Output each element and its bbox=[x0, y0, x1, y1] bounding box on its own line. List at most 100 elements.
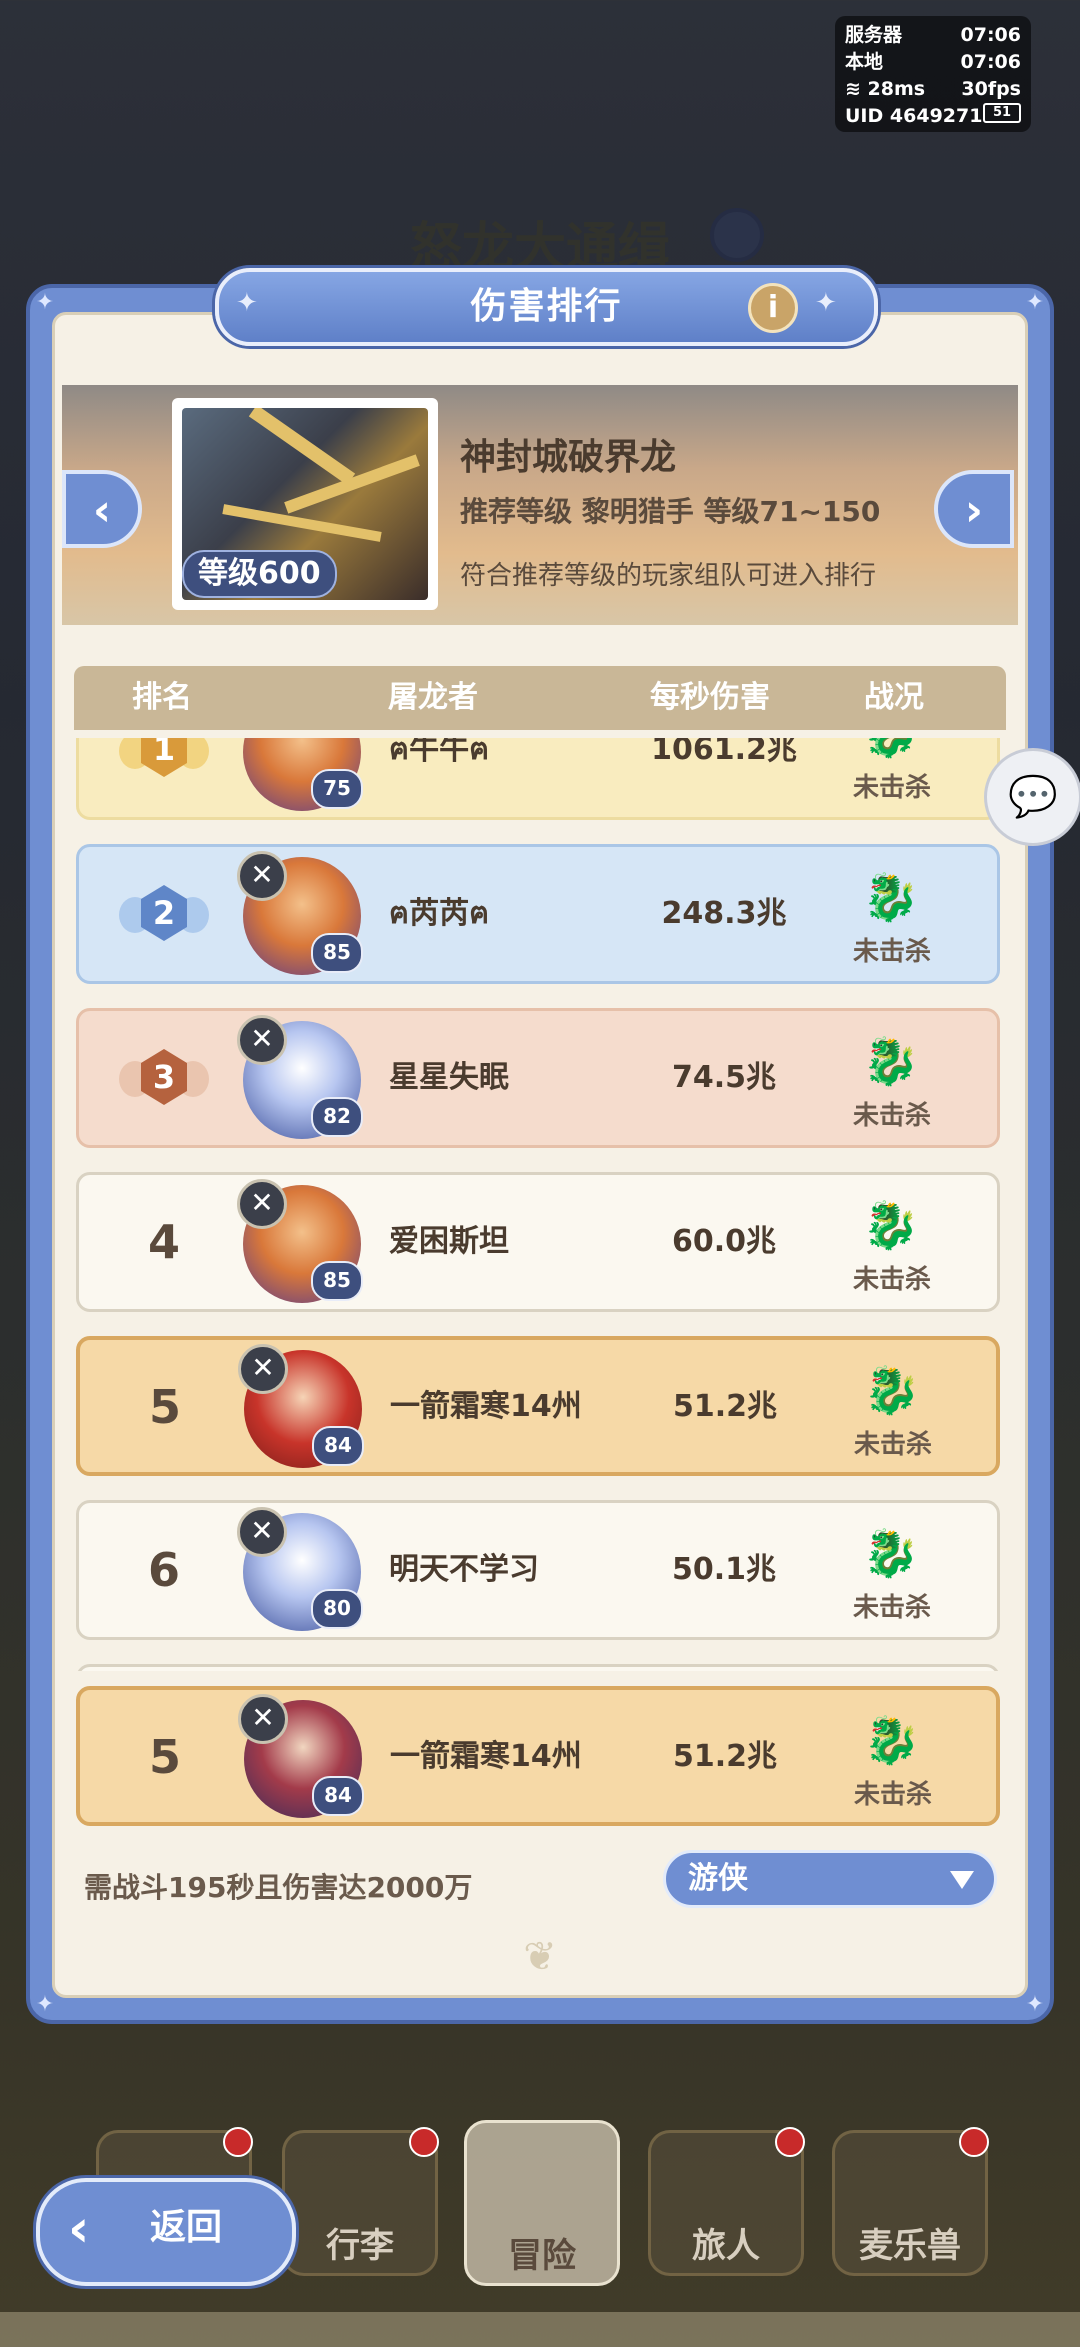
table-header: 排名 屠龙者 每秒伤害 战况 bbox=[74, 666, 1006, 730]
player-level: 80 bbox=[311, 1589, 363, 1629]
local-time: 07:06 bbox=[960, 51, 1021, 73]
table-row[interactable]: 5 ✕ 84 一箭霜寒14州 51.2兆 🐉 未击杀 bbox=[76, 1336, 1000, 1476]
table-row[interactable]: 2 ✕ 85 ฅ芮芮ฅ 248.3兆 🐉 未击杀 bbox=[76, 844, 1000, 984]
corner-ornament-icon: ✦ bbox=[35, 1992, 55, 2017]
rank-number: 6 bbox=[147, 1543, 180, 1597]
player-dps: 60.0兆 bbox=[671, 1224, 777, 1259]
dragon-icon: 🐉 bbox=[862, 870, 920, 924]
local-label: 本地 bbox=[845, 51, 884, 73]
self-rank-row[interactable]: 5 ✕ 84 一箭霜寒14州 51.2兆 🐉 未击杀 bbox=[76, 1686, 1000, 1826]
next-boss-button[interactable]: › bbox=[934, 470, 1014, 548]
back-button[interactable]: ‹ 返回 bbox=[36, 2178, 296, 2286]
tab-label: 旅人 bbox=[692, 2226, 760, 2266]
corner-ornament-icon: ✦ bbox=[35, 290, 55, 315]
bottom-strip bbox=[0, 2312, 1080, 2347]
player-level: 75 bbox=[311, 769, 363, 809]
tab-label: 行李 bbox=[326, 2226, 394, 2266]
rank-number: 4 bbox=[147, 1215, 180, 1269]
rank-2-medal-icon: 2 bbox=[119, 881, 209, 951]
chat-icon[interactable]: 💬 bbox=[984, 748, 1080, 846]
ping: 28ms bbox=[867, 78, 926, 100]
kill-status: 未击杀 bbox=[852, 937, 931, 967]
kill-status: 未击杀 bbox=[852, 1101, 931, 1131]
tab-pets[interactable]: 麦乐兽 bbox=[832, 2127, 989, 2276]
notification-dot bbox=[409, 2127, 439, 2157]
header-dps: 每秒伤害 bbox=[650, 680, 770, 715]
back-label: 返回 bbox=[150, 2207, 223, 2248]
notification-dot bbox=[223, 2127, 253, 2157]
player-name: 爱困斯坦 bbox=[389, 1224, 509, 1259]
dragon-icon: 🐉 bbox=[863, 1363, 921, 1417]
corner-ornament-icon: ✦ bbox=[1025, 1992, 1045, 2017]
kill-status: 未击杀 bbox=[852, 1265, 931, 1295]
player-name: 星星失眠 bbox=[389, 1060, 509, 1095]
dragon-icon: 🐉 bbox=[862, 1034, 920, 1088]
player-level: 85 bbox=[311, 933, 363, 973]
boss-note: 符合推荐等级的玩家组队可进入排行 bbox=[460, 561, 877, 591]
ranking-list[interactable]: 1 75 ฅ牛牛ฅ 1061.2兆 🐉 未击杀 2 ✕ 85 ฅ芮芮ฅ 248.… bbox=[74, 738, 1006, 1671]
kill-status: 未击杀 bbox=[853, 1430, 932, 1460]
player-name: 明天不学习 bbox=[389, 1552, 539, 1587]
rank-1-medal-icon: 1 bbox=[119, 738, 209, 787]
tab-label: 麦乐兽 bbox=[859, 2226, 961, 2266]
prev-boss-button[interactable]: ‹ bbox=[62, 470, 142, 548]
server-time: 07:06 bbox=[960, 24, 1021, 46]
tab-travelers[interactable]: 旅人 bbox=[648, 2127, 805, 2276]
dragon-icon: 🐉 bbox=[851, 738, 931, 763]
corner-ornament-icon: ✦ bbox=[1025, 290, 1045, 315]
player-dps: 1061.2兆 bbox=[651, 738, 797, 767]
player-level: 85 bbox=[311, 1261, 363, 1301]
chevron-down-icon bbox=[950, 1871, 974, 1889]
dragon-icon: 🐉 bbox=[862, 1526, 920, 1580]
player-dps: 248.3兆 bbox=[661, 896, 787, 931]
notification-dot bbox=[959, 2127, 989, 2157]
tab-adventure[interactable]: 冒险 bbox=[464, 2120, 620, 2286]
wifi-icon: ≋ bbox=[845, 78, 861, 100]
player-dps: 50.1兆 bbox=[671, 1552, 777, 1587]
crossed-swords-icon: ✕ bbox=[238, 1344, 288, 1394]
player-level: 84 bbox=[312, 1426, 364, 1466]
player-dps: 74.5兆 bbox=[671, 1060, 777, 1095]
table-row[interactable]: 6 ✕ 80 明天不学习 50.1兆 🐉 未击杀 bbox=[76, 1500, 1000, 1640]
dragon-icon: 🐉 bbox=[862, 1198, 920, 1252]
player-level: 82 bbox=[311, 1097, 363, 1137]
player-name: ฅ牛牛ฅ bbox=[389, 738, 490, 767]
perf-overlay: 服务器 07:06 本地 07:06 ≋ 28ms 30fps UID 4649271… bbox=[835, 16, 1031, 132]
notification-dot bbox=[775, 2127, 805, 2157]
crossed-swords-icon: ✕ bbox=[237, 1507, 287, 1557]
back-arrow-icon: ‹ bbox=[68, 2199, 90, 2259]
table-row[interactable]: 1 75 ฅ牛牛ฅ 1061.2兆 🐉 未击杀 bbox=[76, 738, 1000, 820]
uid-label: UID bbox=[845, 105, 884, 127]
boss-level-badge: 等级600 bbox=[182, 550, 337, 598]
ranking-requirement: 需战斗195秒且伤害达2000万 bbox=[84, 1871, 473, 1904]
kill-status: 未击杀 bbox=[852, 1593, 931, 1623]
class-filter-select[interactable]: 游侠 bbox=[663, 1850, 997, 1908]
kill-status: 未击杀 bbox=[853, 1780, 932, 1810]
rank-number: 5 bbox=[148, 1380, 181, 1434]
boss-portrait: 等级600 bbox=[172, 398, 438, 610]
crossed-swords-icon: ✕ bbox=[237, 1179, 287, 1229]
player-name: 一箭霜寒14州 bbox=[390, 1389, 582, 1424]
table-row[interactable]: 4 ✕ 85 爱困斯坦 60.0兆 🐉 未击杀 bbox=[76, 1172, 1000, 1312]
uid: 4649271 bbox=[889, 105, 983, 127]
player-name: ฅ芮芮ฅ bbox=[389, 896, 490, 931]
kill-status: 未击杀 bbox=[852, 773, 931, 803]
info-icon[interactable]: i bbox=[748, 283, 798, 333]
player-dps: 51.2兆 bbox=[672, 1739, 778, 1774]
sparkle-icon: ✦ bbox=[815, 288, 837, 318]
class-filter-value: 游侠 bbox=[688, 1861, 748, 1896]
header-player: 屠龙者 bbox=[388, 680, 478, 715]
rank-3-medal-icon: 3 bbox=[119, 1045, 209, 1115]
player-dps: 51.2兆 bbox=[672, 1389, 778, 1424]
player-level: 84 bbox=[312, 1776, 364, 1816]
player-name: 一箭霜寒14州 bbox=[390, 1739, 582, 1774]
server-label: 服务器 bbox=[845, 24, 903, 46]
tab-label: 冒险 bbox=[508, 2236, 576, 2276]
ornament-icon: ❦ bbox=[523, 1934, 557, 1980]
table-row[interactable] bbox=[76, 1664, 1000, 1671]
rank-number: 5 bbox=[148, 1730, 181, 1784]
table-row[interactable]: 3 ✕ 82 星星失眠 74.5兆 🐉 未击杀 bbox=[76, 1008, 1000, 1148]
tab-luggage[interactable]: 行李 bbox=[282, 2127, 439, 2276]
header-rank: 排名 bbox=[132, 680, 192, 715]
sparkle-icon: ✦ bbox=[236, 288, 258, 318]
